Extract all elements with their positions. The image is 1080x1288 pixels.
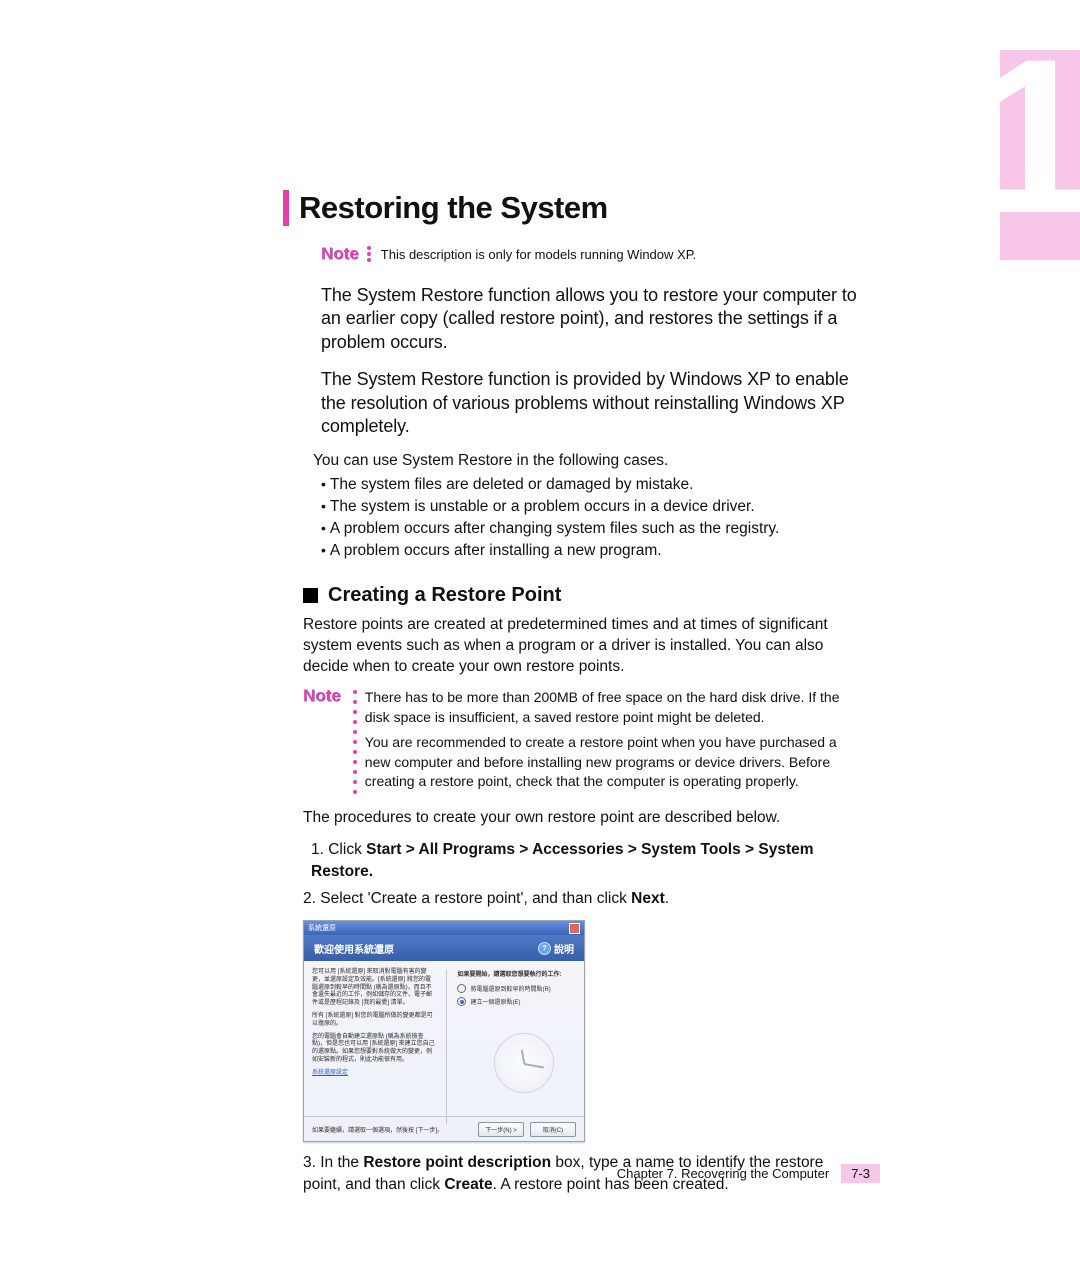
clock-icon — [494, 1033, 554, 1093]
wizard-footer-buttons: 下一步(N) > 取消(C) — [478, 1122, 576, 1137]
body-paragraph-2: The System Restore function is provided … — [321, 368, 858, 438]
wizard-left-line: 您可以用 [系統還原] 來取消對電腦有害的變更，並還原設定及效能。[系統還原] … — [312, 969, 436, 1008]
section-heading: Creating a Restore Point — [328, 584, 561, 607]
system-restore-settings-link[interactable]: 系統還原設定 — [312, 1070, 436, 1078]
page-title-wrap: Restoring the System — [283, 190, 858, 226]
case-item: •A problem occurs after changing system … — [321, 520, 858, 538]
step3-bold2: Create — [444, 1176, 492, 1193]
bullet-icon: • — [321, 476, 326, 492]
radio-restore-earlier[interactable]: 將電腦還原到較早的時間點(R) — [457, 984, 576, 993]
note-dots-column-icon — [353, 690, 357, 798]
window-title: 系統還原 — [308, 923, 336, 933]
cases-list: •The system files are deleted or damaged… — [321, 476, 858, 560]
section-heading-wrap: Creating a Restore Point — [303, 584, 858, 607]
step-2: 2. Select 'Create a restore point', and … — [303, 888, 858, 910]
note-label: Note — [303, 686, 341, 798]
next-button[interactable]: 下一步(N) > — [478, 1122, 524, 1137]
chapter-side-tab: 1 — [1000, 50, 1080, 260]
note-dots-icon — [367, 252, 371, 256]
body-paragraph-1: The System Restore function allows you t… — [321, 284, 858, 354]
cases-intro: You can use System Restore in the follow… — [313, 452, 858, 470]
note-intro-row: Note This description is only for models… — [321, 244, 858, 264]
square-bullet-icon — [303, 588, 318, 603]
note-label: Note — [321, 244, 359, 264]
cancel-button[interactable]: 取消(C) — [530, 1122, 576, 1137]
wizard-left-column: 您可以用 [系統還原] 來取消對電腦有害的變更，並還原設定及效能。[系統還原] … — [312, 969, 436, 1124]
chapter-number: 1 — [974, 10, 1080, 263]
page-title: Restoring the System — [299, 190, 608, 226]
procedure-steps: 1. Click Start > All Programs > Accessor… — [303, 839, 858, 910]
title-accent-bar — [283, 190, 289, 226]
case-text: The system is unstable or a problem occu… — [330, 498, 755, 515]
note-intro-text: This description is only for models runn… — [381, 247, 697, 262]
radio-label: 建立一個還原點(E) — [470, 997, 520, 1006]
section-note-block: Note There has to be more than 200MB of … — [303, 688, 858, 798]
step1-bold: Start > All Programs > Accessories > Sys… — [311, 841, 814, 880]
close-icon[interactable] — [569, 923, 580, 934]
section-paragraph: Restore points are created at predetermi… — [303, 615, 858, 678]
window-titlebar: 系統還原 — [304, 921, 584, 935]
footer-hint: 如果要繼續，請選取一個選項，然後按 [下一步]。 — [312, 1125, 443, 1134]
page-content: Restoring the System Note This descripti… — [283, 190, 858, 1201]
bullet-icon: • — [321, 542, 326, 558]
case-text: A problem occurs after installing a new … — [330, 542, 662, 559]
step2-prefix: 2. Select 'Create a restore point', and … — [303, 890, 631, 907]
note-paragraph-1: There has to be more than 200MB of free … — [365, 688, 858, 727]
radio-label: 將電腦還原到較早的時間點(R) — [470, 984, 550, 993]
radio-icon — [457, 984, 466, 993]
footer-chapter: Chapter 7. Recovering the Computer — [617, 1166, 829, 1181]
step2-bold: Next — [631, 890, 665, 907]
bullet-icon: • — [321, 520, 326, 536]
case-text: A problem occurs after changing system f… — [330, 520, 779, 537]
system-restore-screenshot: 系統還原 歡迎使用系統還原 ? 說明 您可以用 [系統還原] 來取消對電腦有害的… — [303, 920, 585, 1142]
case-item: •The system files are deleted or damaged… — [321, 476, 858, 494]
note-paragraph-2: You are recommended to create a restore … — [365, 733, 858, 792]
step3-bold1: Restore point description — [363, 1154, 551, 1171]
footer-page-number: 7-3 — [841, 1164, 880, 1183]
wizard-left-line: 所有 [系統還原] 對您的電腦所做的變更都是可以復原的。 — [312, 1013, 436, 1029]
bullet-icon: • — [321, 498, 326, 514]
case-text: The system files are deleted or damaged … — [330, 476, 694, 493]
case-item: •A problem occurs after installing a new… — [321, 542, 858, 560]
wizard-left-line: 您的電腦會自動建立還原點 (稱為系統檢查點)，但是您也可以用 [系統還原] 來建… — [312, 1034, 436, 1065]
wizard-footer: 如果要繼續，請選取一個選項，然後按 [下一步]。 下一步(N) > 取消(C) — [304, 1116, 584, 1141]
case-item: •The system is unstable or a problem occ… — [321, 498, 858, 516]
page-footer: Chapter 7. Recovering the Computer 7-3 — [617, 1164, 880, 1183]
procedure-intro: The procedures to create your own restor… — [303, 808, 858, 829]
step3-prefix: 3. In the — [303, 1154, 363, 1171]
wizard-title: 歡迎使用系統還原 — [314, 941, 394, 956]
task-select-label: 如果要開始，請選取您想要執行的工作: — [457, 969, 576, 978]
step1-prefix: 1. Click — [311, 841, 366, 858]
help-icon[interactable]: ? — [538, 942, 551, 955]
help-label: 說明 — [554, 941, 574, 956]
step-1: 1. Click Start > All Programs > Accessor… — [303, 839, 858, 882]
radio-create-point[interactable]: 建立一個還原點(E) — [457, 997, 576, 1006]
wizard-header-band: 歡迎使用系統還原 ? 說明 — [304, 935, 584, 961]
radio-icon — [457, 997, 466, 1006]
note-text-column: There has to be more than 200MB of free … — [365, 688, 858, 798]
step2-suffix: . — [665, 890, 669, 907]
